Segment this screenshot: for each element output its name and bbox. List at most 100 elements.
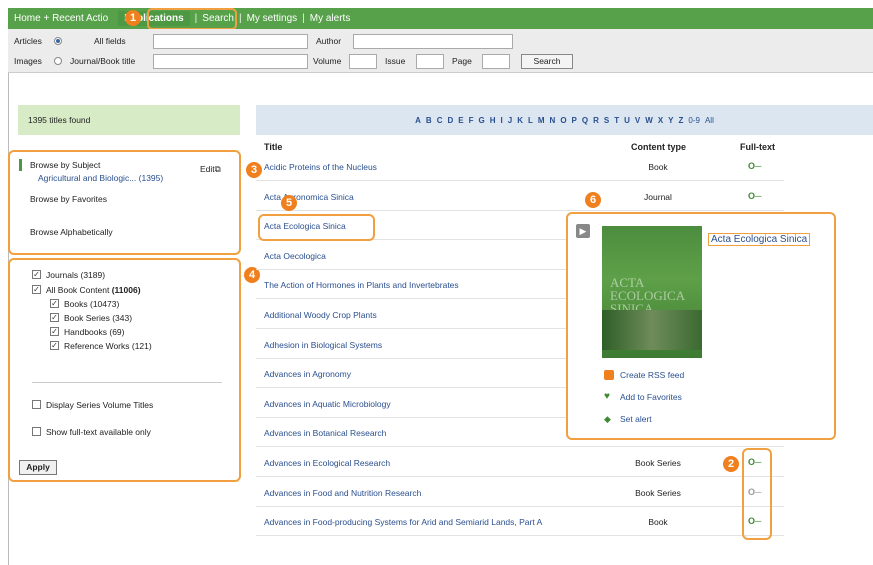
- fulltext-column-header: Full-text: [740, 142, 775, 152]
- quick-search-bar: Articles All fields Author Images Journa…: [8, 29, 873, 73]
- alphabet-letter[interactable]: U: [624, 116, 630, 125]
- journal-book-title-label: Journal/Book title: [70, 56, 136, 66]
- collapse-arrow-icon[interactable]: ▶: [576, 224, 590, 238]
- alphabet-letter[interactable]: Y: [668, 116, 673, 125]
- publication-title-link[interactable]: Advances in Food-producing Systems for A…: [264, 517, 542, 527]
- alphabet-letter[interactable]: J: [508, 116, 512, 125]
- alphabet-letter[interactable]: O: [560, 116, 566, 125]
- browse-by-subject[interactable]: Browse by Subject: [30, 160, 100, 170]
- publication-title-link[interactable]: The Action of Hormones in Plants and Inv…: [264, 280, 459, 290]
- all-book-content-checkbox[interactable]: ✓: [32, 285, 41, 294]
- publication-title-link[interactable]: Advances in Agronomy: [264, 369, 351, 379]
- journals-checkbox[interactable]: ✓: [32, 270, 41, 279]
- alphabet-letter[interactable]: Q: [582, 116, 588, 125]
- alphabet-letter[interactable]: F: [469, 116, 474, 125]
- all-book-content-count: (11006): [111, 285, 141, 295]
- nav-home-recent-actions[interactable]: Home + Recent Actio: [14, 13, 108, 24]
- fulltext-keys-highlight: [742, 448, 772, 540]
- page-input[interactable]: [482, 54, 510, 69]
- alphabet-letter[interactable]: M: [538, 116, 545, 125]
- books-checkbox[interactable]: ✓: [50, 299, 59, 308]
- alphabet-letter[interactable]: H: [490, 116, 496, 125]
- selected-subject-link[interactable]: Agricultural and Biologic... (1395): [38, 173, 163, 183]
- reference-works-checkbox[interactable]: ✓: [50, 341, 59, 350]
- row-divider: [256, 180, 784, 181]
- publication-title-link[interactable]: Acta Oecologica: [264, 251, 326, 261]
- publication-title-link[interactable]: Advances in Ecological Research: [264, 458, 390, 468]
- book-series-checkbox[interactable]: ✓: [50, 313, 59, 322]
- publication-title-link[interactable]: Advances in Botanical Research: [264, 428, 386, 438]
- browse-by-favorites[interactable]: Browse by Favorites: [30, 194, 107, 204]
- handbooks-label: Handbooks (69): [64, 327, 125, 337]
- edit-label: Edit: [200, 164, 215, 174]
- alphabet-letter[interactable]: B: [426, 116, 432, 125]
- publication-title-link[interactable]: Advances in Food and Nutrition Research: [264, 488, 421, 498]
- row-divider: [256, 535, 784, 537]
- journals-label: Journals (3189): [46, 270, 106, 280]
- alphabet-letter[interactable]: A: [415, 116, 421, 125]
- all-fields-input[interactable]: [153, 34, 308, 49]
- alphabet-letter[interactable]: T: [614, 116, 619, 125]
- content-type-value: Book: [648, 162, 668, 172]
- nav-my-settings[interactable]: My settings: [247, 13, 298, 24]
- issue-input[interactable]: [416, 54, 444, 69]
- alphabet-letter[interactable]: P: [572, 116, 577, 125]
- alert-flag-icon: ◆: [604, 414, 611, 424]
- alphabet-letter[interactable]: 0-9: [688, 116, 700, 125]
- publication-title-link[interactable]: Advances in Aquatic Microbiology: [264, 399, 391, 409]
- publication-title-link[interactable]: Additional Woody Crop Plants: [264, 310, 377, 320]
- alphabet-letter[interactable]: D: [447, 116, 453, 125]
- journal-cover-image: ACTA ECOLOGICA SINICA: [602, 226, 702, 358]
- alphabet-letter[interactable]: G: [478, 116, 484, 125]
- content-type-value: Book Series: [635, 458, 681, 468]
- callout-badge-2: 2: [723, 456, 739, 472]
- alphabet-letter[interactable]: All: [705, 116, 714, 125]
- alphabet-letter[interactable]: Z: [679, 116, 684, 125]
- heart-icon: ♥: [604, 391, 610, 402]
- handbooks-checkbox[interactable]: ✓: [50, 327, 59, 336]
- title-column-header[interactable]: Title: [264, 142, 282, 152]
- title-highlight: [258, 214, 375, 241]
- journal-book-title-input[interactable]: [153, 54, 308, 69]
- callout-badge-6: 6: [585, 192, 601, 208]
- content-type-value: Book: [648, 517, 668, 528]
- browse-alphabetically[interactable]: Browse Alphabetically: [30, 227, 113, 237]
- publication-title-link[interactable]: Adhesion in Biological Systems: [264, 340, 382, 350]
- alphabet-letter[interactable]: L: [528, 116, 533, 125]
- fulltext-only-label: Show full-text available only: [46, 427, 151, 437]
- set-alert-link[interactable]: Set alert: [620, 414, 652, 424]
- fulltext-only-checkbox[interactable]: [32, 427, 41, 436]
- alphabet-letter[interactable]: V: [635, 116, 640, 125]
- content-type-value: Journal: [644, 191, 672, 202]
- row-divider: [256, 209, 784, 211]
- alphabet-letter[interactable]: E: [458, 116, 463, 125]
- callout-badge-5: 5: [281, 195, 297, 211]
- alphabet-letter[interactable]: X: [658, 116, 663, 125]
- alphabet-letter[interactable]: W: [645, 116, 653, 125]
- edit-subject-button[interactable]: Edit⧉: [200, 164, 221, 175]
- alphabet-letter[interactable]: C: [437, 116, 443, 125]
- alphabet-letter[interactable]: N: [550, 116, 556, 125]
- alphabet-letter[interactable]: S: [604, 116, 609, 125]
- publication-title-link[interactable]: Acta Agronomica Sinica: [264, 192, 354, 202]
- images-radio[interactable]: [54, 57, 62, 65]
- add-to-favorites-link[interactable]: Add to Favorites: [620, 392, 682, 402]
- author-input[interactable]: [353, 34, 513, 49]
- display-series-checkbox[interactable]: [32, 400, 41, 409]
- alphabet-letter[interactable]: I: [501, 116, 503, 125]
- alphabet-letter[interactable]: K: [517, 116, 523, 125]
- nav-separator: |: [302, 13, 305, 24]
- alphabet-letter[interactable]: R: [593, 116, 599, 125]
- create-rss-feed-link[interactable]: Create RSS feed: [620, 370, 684, 380]
- issue-label: Issue: [385, 56, 406, 66]
- articles-radio[interactable]: [54, 37, 62, 45]
- apply-button[interactable]: Apply: [19, 460, 57, 475]
- row-divider: [256, 476, 784, 477]
- volume-input[interactable]: [349, 54, 377, 69]
- nav-my-alerts[interactable]: My alerts: [310, 13, 351, 24]
- popup-journal-title-link[interactable]: Acta Ecologica Sinica: [708, 233, 811, 246]
- search-button[interactable]: Search: [521, 54, 573, 69]
- content-type-column-header[interactable]: Content type: [631, 142, 686, 152]
- content-type-value: Book Series: [635, 487, 681, 498]
- publication-title-link[interactable]: Acidic Proteins of the Nucleus: [264, 162, 377, 172]
